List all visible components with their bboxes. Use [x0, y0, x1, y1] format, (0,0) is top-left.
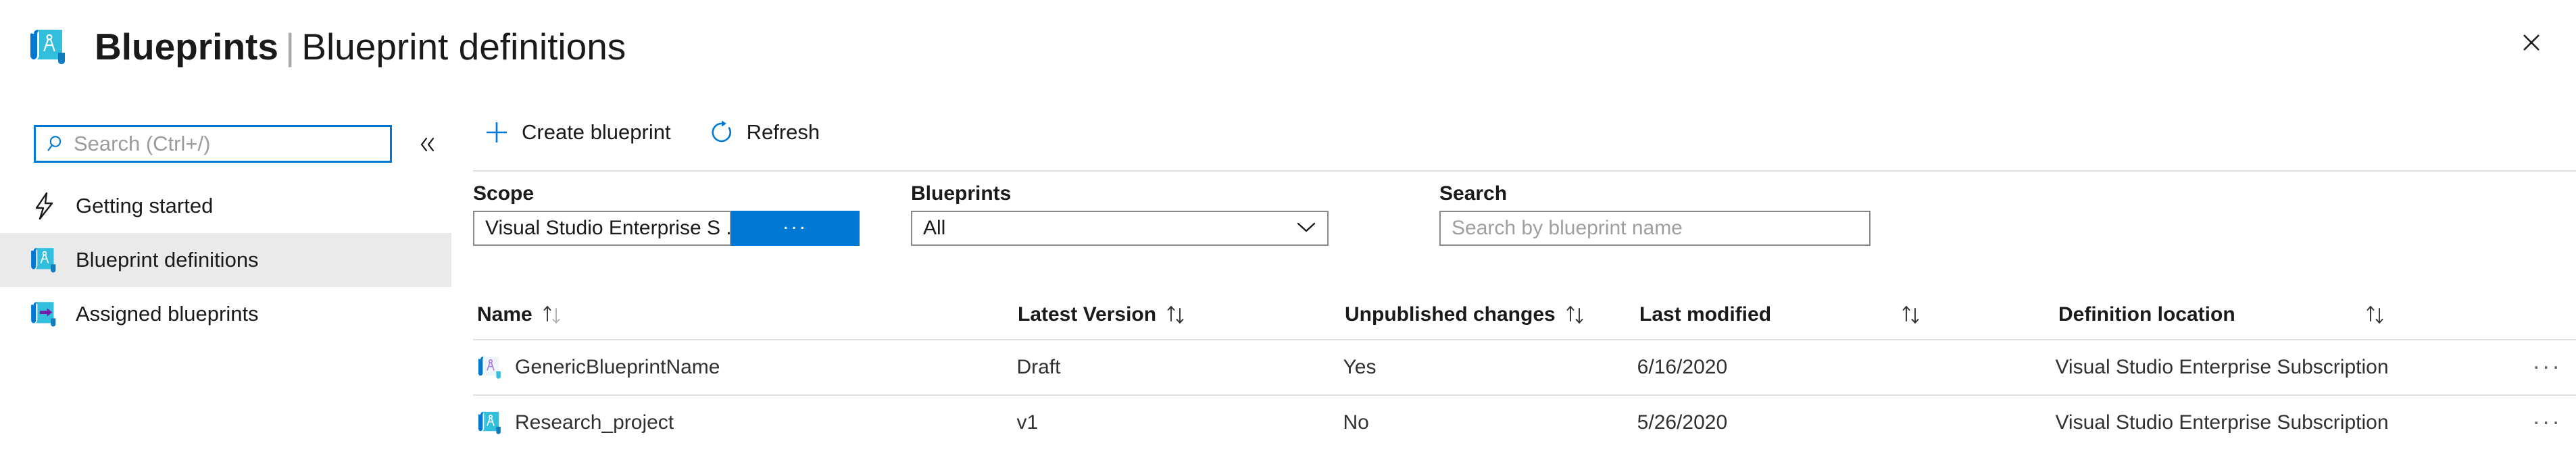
- cell-name: Research_project: [473, 409, 1016, 436]
- table-header-row: Name Latest Version Unpublished changes …: [473, 290, 2576, 339]
- sidebar-item-assigned-blueprints[interactable]: Assigned blueprints: [0, 287, 451, 341]
- row-actions-button[interactable]: ...: [2527, 404, 2568, 438]
- column-header-name: Name: [473, 302, 1018, 328]
- page-title: Blueprints | Blueprint definitions: [95, 26, 626, 68]
- lightning-bolt-icon: [30, 191, 59, 221]
- table-row[interactable]: Research_project v1 No 5/26/2020 Visual …: [473, 396, 2576, 450]
- column-header-latest-version-label[interactable]: Latest Version: [1018, 303, 1156, 326]
- chevron-down-icon: [1295, 219, 1318, 238]
- scope-more-button[interactable]: ...: [731, 211, 860, 246]
- cell-definition-location: Visual Studio Enterprise Subscription: [2055, 356, 2389, 378]
- command-toolbar: Create blueprint Refresh: [473, 108, 829, 157]
- main-content: Create blueprint Refresh Scope Visual St…: [473, 95, 2576, 466]
- refresh-button[interactable]: Refresh: [698, 108, 830, 157]
- page-header: Blueprints | Blueprint definitions: [0, 0, 2576, 95]
- scope-filter: Scope Visual Studio Enterprise S ... ...: [473, 182, 860, 246]
- page-title-secondary: Blueprint definitions: [301, 26, 626, 68]
- column-header-name-label[interactable]: Name: [477, 303, 532, 326]
- column-header-unpublished-changes-label[interactable]: Unpublished changes: [1345, 303, 1556, 326]
- sort-updown-icon[interactable]: [2364, 302, 2387, 328]
- blueprint-search-input[interactable]: Search by blueprint name: [1439, 211, 1871, 246]
- blueprints-table: Name Latest Version Unpublished changes …: [473, 290, 2576, 450]
- toolbar-divider: [473, 170, 2576, 172]
- table-row[interactable]: GenericBlueprintName Draft Yes 6/16/2020…: [473, 340, 2576, 394]
- cell-actions: ...: [2527, 404, 2576, 438]
- cell-latest-version: v1: [1016, 411, 1039, 434]
- sort-updown-icon[interactable]: [1564, 302, 1587, 328]
- close-icon: [2523, 34, 2540, 51]
- scope-label: Scope: [473, 182, 535, 205]
- cell-latest-version: Draft: [1016, 356, 1061, 378]
- sort-updown-icon[interactable]: [1164, 302, 1187, 328]
- create-blueprint-button[interactable]: Create blueprint: [473, 108, 680, 157]
- cell-actions: ...: [2527, 348, 2576, 383]
- plus-icon: [482, 118, 511, 147]
- sidebar-item-label: Assigned blueprints: [76, 302, 259, 326]
- scope-more-label: ...: [783, 211, 808, 234]
- blueprints-select[interactable]: All: [911, 211, 1329, 246]
- sidebar-item-blueprint-definitions[interactable]: Blueprint definitions: [0, 233, 451, 287]
- sidebar-search-placeholder: Search (Ctrl+/): [74, 132, 211, 155]
- refresh-icon: [708, 118, 736, 147]
- scope-value: Visual Studio Enterprise S ...: [485, 217, 731, 239]
- sidebar-item-getting-started[interactable]: Getting started: [0, 179, 451, 233]
- row-actions-button[interactable]: ...: [2527, 348, 2568, 383]
- sort-updown-icon[interactable]: [1900, 302, 1923, 328]
- blueprint-scroll-icon: [30, 245, 59, 275]
- blueprint-name[interactable]: Research_project: [515, 411, 674, 434]
- row-actions-label: ...: [2533, 404, 2562, 430]
- blueprints-filter: Blueprints All: [911, 182, 1329, 246]
- sidebar-collapse-button[interactable]: [412, 132, 442, 157]
- scope-input[interactable]: Visual Studio Enterprise S ...: [473, 211, 731, 246]
- sidebar: Search (Ctrl+/) Getting started Blueprin…: [0, 95, 451, 466]
- blueprint-scroll-icon: [28, 26, 70, 68]
- search-icon: [47, 134, 67, 154]
- refresh-label: Refresh: [746, 120, 820, 144]
- column-header-unpublished-changes: Unpublished changes: [1345, 302, 1639, 328]
- column-header-definition-location-label[interactable]: Definition location: [2058, 303, 2235, 326]
- close-button[interactable]: [2510, 22, 2552, 63]
- column-header-last-modified-label[interactable]: Last modified: [1639, 303, 1771, 326]
- column-header-last-modified: Last modified: [1639, 302, 2058, 328]
- blueprint-name[interactable]: GenericBlueprintName: [515, 356, 720, 379]
- blueprints-label: Blueprints: [911, 182, 1012, 205]
- blueprint-assigned-icon: [30, 299, 59, 329]
- row-actions-label: ...: [2533, 348, 2562, 374]
- column-header-definition-location: Definition location: [2058, 302, 2531, 328]
- blueprint-name-search-filter: Search Search by blueprint name: [1439, 182, 1871, 246]
- cell-name: GenericBlueprintName: [473, 354, 1016, 381]
- column-header-latest-version: Latest Version: [1018, 302, 1345, 328]
- page-title-primary: Blueprints: [95, 26, 278, 68]
- blueprints-selected-value: All: [923, 217, 946, 239]
- sidebar-item-label: Blueprint definitions: [76, 248, 259, 271]
- search-label: Search: [1439, 182, 1508, 205]
- sidebar-search-input[interactable]: Search (Ctrl+/): [34, 125, 392, 163]
- cell-unpublished-changes: Yes: [1343, 356, 1377, 378]
- cell-unpublished-changes: No: [1343, 411, 1369, 434]
- cell-definition-location: Visual Studio Enterprise Subscription: [2055, 411, 2389, 434]
- cell-last-modified: 6/16/2020: [1637, 356, 1728, 378]
- page-title-separator: |: [284, 26, 295, 68]
- sort-updown-icon[interactable]: [541, 302, 564, 328]
- cell-last-modified: 5/26/2020: [1637, 411, 1728, 434]
- blueprint-draft-icon: [477, 354, 504, 381]
- blueprint-search-placeholder: Search by blueprint name: [1452, 217, 1683, 239]
- chevron-double-left-icon: [420, 137, 435, 152]
- create-blueprint-label: Create blueprint: [522, 120, 671, 144]
- sidebar-item-label: Getting started: [76, 194, 214, 217]
- blueprint-published-icon: [477, 409, 504, 436]
